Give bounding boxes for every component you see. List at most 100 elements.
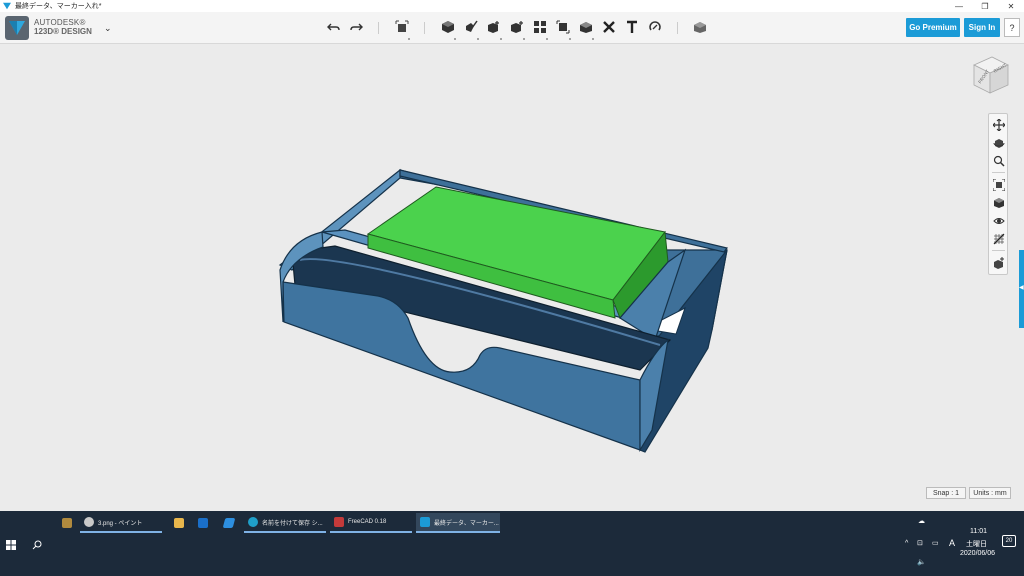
maximize-button[interactable]: ❐ xyxy=(972,0,998,12)
undo-button[interactable] xyxy=(326,19,342,35)
construct-icon xyxy=(488,21,499,33)
clock-date[interactable]: 2020/06/06 xyxy=(960,550,995,557)
orbit-icon xyxy=(993,138,1004,148)
brand-company: AUTODESK® xyxy=(34,18,86,27)
material-view-icon xyxy=(993,256,1004,269)
material-icon xyxy=(694,22,706,33)
visibility-button[interactable] xyxy=(992,214,1005,227)
transform-button[interactable] xyxy=(394,19,410,40)
pan-icon xyxy=(992,118,1005,131)
search-button[interactable] xyxy=(32,535,42,555)
fit-icon xyxy=(992,178,1005,191)
taskbar-item-label: 最終データ、マーカー... xyxy=(434,520,499,527)
taskbar-item-123d[interactable]: 最終データ、マーカー... xyxy=(416,513,500,533)
navbar-separator xyxy=(992,172,1005,173)
primitives-button[interactable] xyxy=(440,19,456,40)
3d-model[interactable] xyxy=(0,45,1024,511)
modify-button[interactable] xyxy=(509,19,525,40)
toolbar-separator xyxy=(424,22,425,34)
app-menu-caret-icon[interactable]: ⌄ xyxy=(104,23,112,34)
zoom-button[interactable] xyxy=(992,154,1005,167)
pan-button[interactable] xyxy=(992,118,1005,131)
app-icon xyxy=(62,518,72,528)
grouping-button[interactable] xyxy=(555,19,571,40)
grouping-icon xyxy=(556,20,570,34)
close-button[interactable]: ✕ xyxy=(998,0,1024,12)
side-panel-tab[interactable]: ◀ xyxy=(1019,250,1024,328)
solid-view-icon xyxy=(993,197,1004,208)
help-button[interactable]: ? xyxy=(1004,18,1020,37)
undo-icon xyxy=(327,23,340,31)
taskbar-item-freecad[interactable]: FreeCAD 0.18 xyxy=(330,513,412,533)
blue-app-icon xyxy=(222,518,236,528)
sketch-icon xyxy=(466,20,478,32)
navigation-bar xyxy=(988,113,1008,275)
windows-taskbar: 3.png - ペイント 名前を付けて保存 シ... FreeCAD 0.18 … xyxy=(0,511,1024,576)
pattern-icon xyxy=(534,21,546,33)
pattern-button[interactable] xyxy=(532,19,548,40)
redo-icon xyxy=(350,23,363,31)
orbit-button[interactable] xyxy=(992,136,1005,149)
notification-badge[interactable]: 20 xyxy=(1002,535,1016,547)
snap-icon xyxy=(649,21,661,31)
clock-time[interactable]: 11:01 xyxy=(970,528,987,535)
autodesk-logo-icon[interactable] xyxy=(5,16,29,40)
3d-viewport[interactable]: FRONT RIGHT ◀ Snap : 1 Units: mm xyxy=(0,45,1024,511)
taskbar-item-edge[interactable]: 名前を付けて保存 シ... xyxy=(244,513,326,533)
taskbar-item-label: FreeCAD 0.18 xyxy=(348,519,387,525)
volume-icon[interactable]: 🔈 xyxy=(917,558,926,566)
clock-day[interactable]: 土曜日 xyxy=(966,539,987,549)
combine-button[interactable] xyxy=(578,19,594,40)
network-icon[interactable]: ⊡ xyxy=(917,539,923,547)
construct-button[interactable] xyxy=(486,19,502,40)
taskbar-outlook[interactable] xyxy=(194,513,212,533)
snap-status[interactable]: Snap : 1 xyxy=(926,487,966,499)
eye-icon xyxy=(992,217,1005,224)
show-hidden-icons-icon[interactable]: ^ xyxy=(905,540,908,547)
combine-icon xyxy=(580,22,592,33)
expand-arrow-icon: ◀ xyxy=(1019,285,1024,291)
keyboard-icon[interactable]: ▭ xyxy=(932,539,939,547)
weather-icon[interactable]: ☁ xyxy=(918,517,925,525)
start-button[interactable] xyxy=(6,535,16,555)
window-title: 最終データ、マーカー入れ* xyxy=(15,3,102,10)
taskbar-explorer[interactable] xyxy=(170,513,188,533)
brand-product: 123D® DESIGN xyxy=(34,27,92,36)
taskbar-item-paint[interactable]: 3.png - ペイント xyxy=(80,513,162,533)
go-premium-button[interactable]: Go Premium xyxy=(906,18,960,37)
view-cube[interactable]: FRONT RIGHT xyxy=(968,53,1012,97)
brand-label: AUTODESK® 123D® DESIGN xyxy=(34,18,92,36)
freecad-icon xyxy=(334,517,344,527)
sketch-button[interactable] xyxy=(463,19,479,40)
taskbar-pinned-app-blue[interactable] xyxy=(220,513,238,533)
delete-button[interactable] xyxy=(601,19,617,35)
outlook-icon xyxy=(198,518,208,528)
zoom-icon xyxy=(993,155,1005,167)
snap-button[interactable] xyxy=(647,19,663,35)
minimize-button[interactable]: — xyxy=(946,0,972,12)
grid-off-icon xyxy=(993,233,1004,244)
app-toolbar: AUTODESK® 123D® DESIGN ⌄ Go Premium Sign… xyxy=(0,12,1024,44)
app-logo-icon xyxy=(3,2,11,10)
text-button[interactable] xyxy=(624,19,640,35)
redo-button[interactable] xyxy=(348,19,364,35)
sign-in-button[interactable]: Sign In xyxy=(964,18,1000,37)
taskbar-item-label: 3.png - ペイント xyxy=(98,520,143,527)
ime-indicator[interactable]: A xyxy=(949,538,955,548)
fit-button[interactable] xyxy=(992,178,1005,191)
taskbar-item-label: 名前を付けて保存 シ... xyxy=(262,520,323,527)
window-title-bar: 最終データ、マーカー入れ* — ❐ ✕ xyxy=(0,0,1024,12)
123d-design-icon xyxy=(420,517,430,527)
toolbar-separator xyxy=(677,22,678,34)
navbar-separator xyxy=(992,250,1005,251)
grid-toggle-button[interactable] xyxy=(992,232,1005,245)
primitives-icon xyxy=(442,21,454,33)
view-style-button[interactable] xyxy=(992,196,1005,209)
taskbar-pinned-app[interactable] xyxy=(58,513,76,533)
transform-icon xyxy=(395,20,409,32)
material-view-button[interactable] xyxy=(992,256,1005,269)
units-status[interactable]: Units : mm xyxy=(969,487,1011,499)
windows-start-icon xyxy=(6,540,16,550)
material-button[interactable] xyxy=(692,19,708,35)
modify-icon xyxy=(511,21,523,33)
